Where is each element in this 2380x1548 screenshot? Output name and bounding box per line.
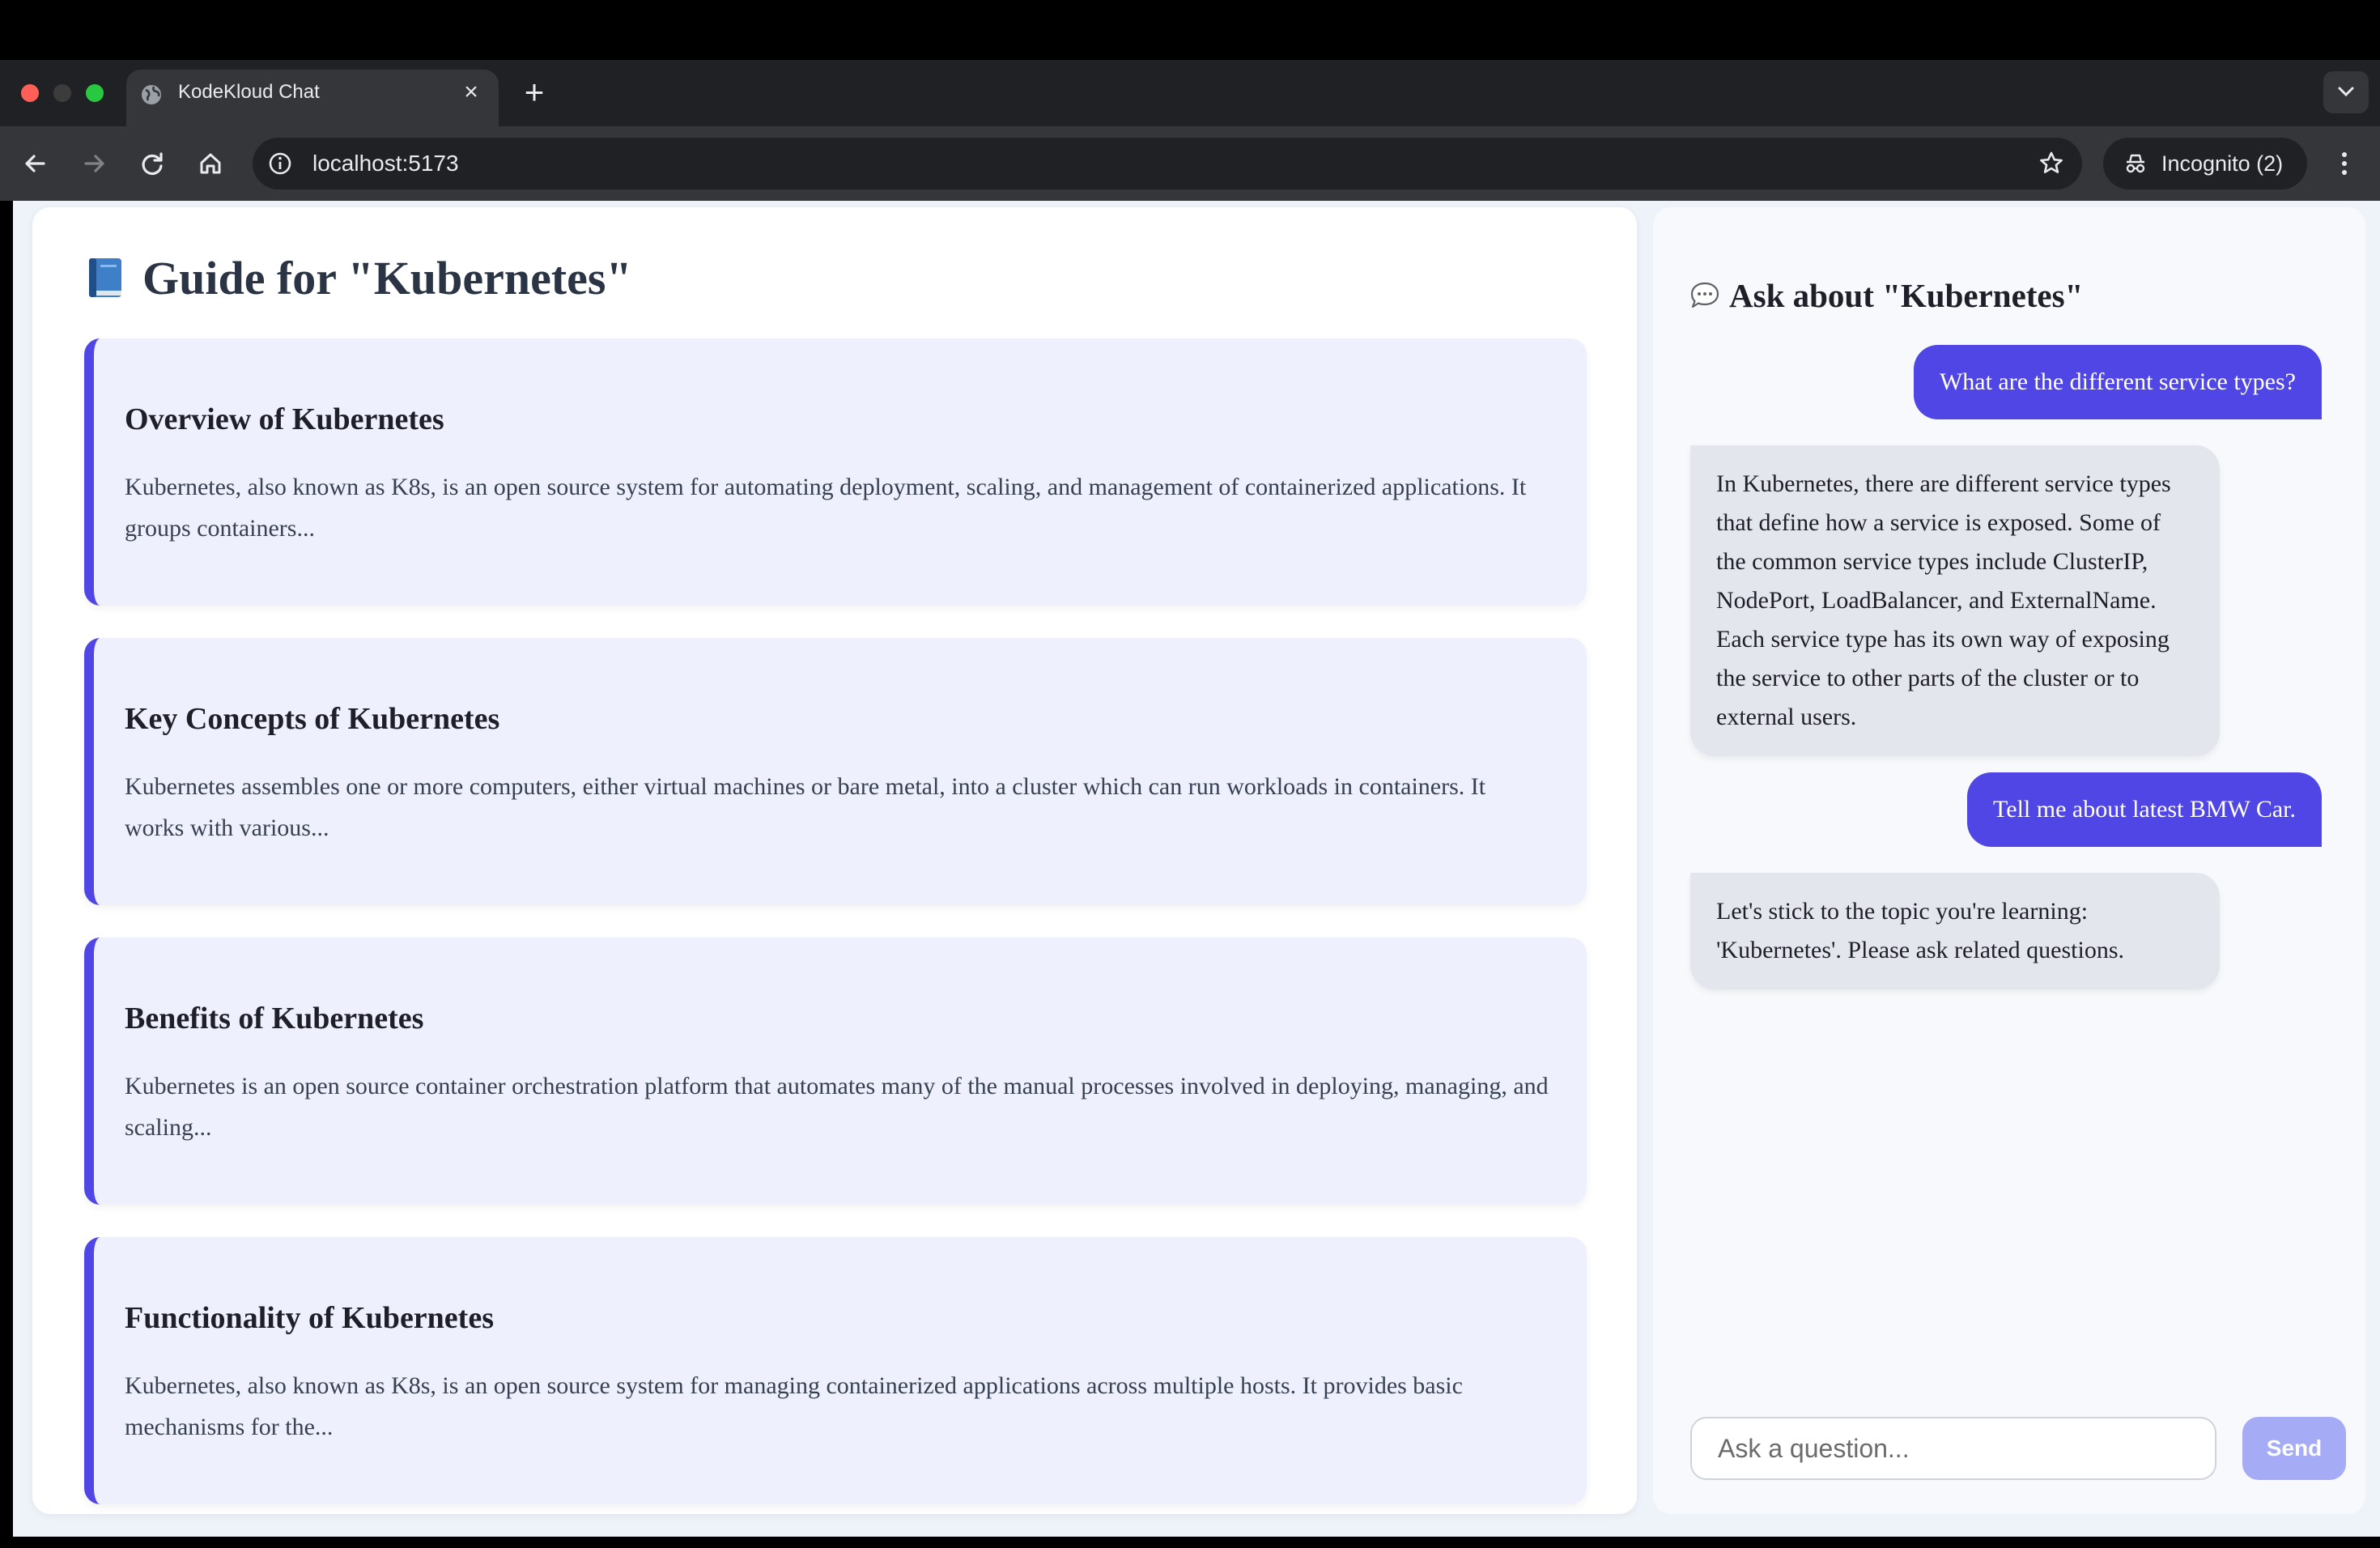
chat-header: Ask about "Kubernetes" [1689, 275, 2083, 316]
site-info-icon[interactable] [266, 149, 295, 178]
guide-section-card[interactable]: Benefits of Kubernetes Kubernetes is an … [84, 938, 1587, 1205]
send-button[interactable]: Send [2242, 1417, 2346, 1480]
more-menu-icon[interactable] [2328, 146, 2361, 181]
back-arrow-icon[interactable] [18, 146, 53, 181]
user-message: Tell me about latest BMW Car. [1967, 772, 2322, 847]
guide-section-card[interactable]: Key Concepts of Kubernetes Kubernetes as… [84, 638, 1587, 905]
assistant-message: Let's stick to the topic you're learning… [1690, 873, 2220, 989]
blue-book-icon [89, 258, 121, 297]
globe-icon [142, 85, 161, 104]
browser-toolbar: localhost:5173 Incognito (2) [0, 126, 2380, 201]
section-summary: Kubernetes is an open source container o… [125, 1073, 1549, 1141]
question-input[interactable] [1690, 1417, 2216, 1480]
reload-icon[interactable] [134, 146, 170, 181]
tab-close-icon[interactable]: × [458, 79, 484, 105]
address-bar[interactable]: localhost:5173 [253, 138, 2082, 189]
incognito-icon [2126, 154, 2145, 173]
incognito-profile-button[interactable]: Incognito (2) [2103, 138, 2307, 189]
app-page: Guide for "Kubernetes" Overview of Kuber… [13, 201, 2380, 1537]
new-tab-button[interactable]: + [518, 74, 550, 110]
tab-title: KodeKloud Chat [178, 81, 320, 103]
guide-title: Guide for "Kubernetes" [142, 251, 632, 304]
chat-title: Ask about "Kubernetes" [1729, 277, 2084, 314]
screen-top-bar [0, 0, 2380, 60]
chevron-down-icon [2338, 87, 2354, 97]
url-text: localhost:5173 [312, 151, 459, 176]
guide-section-card[interactable]: Functionality of Kubernetes Kubernetes, … [84, 1237, 1587, 1504]
section-title: Functionality of Kubernetes [125, 1301, 494, 1335]
window-close-button[interactable] [21, 84, 39, 102]
home-icon[interactable] [193, 146, 228, 181]
tab-search-button[interactable] [2323, 71, 2369, 113]
assistant-message: In Kubernetes, there are different servi… [1690, 445, 2220, 756]
browser-tab[interactable]: KodeKloud Chat × [126, 70, 499, 126]
section-summary: Kubernetes assembles one or more compute… [125, 773, 1486, 841]
section-title: Overview of Kubernetes [125, 402, 444, 436]
guide-panel: Guide for "Kubernetes" Overview of Kuber… [32, 207, 1637, 1514]
chat-panel: Ask about "Kubernetes" What are the diff… [1653, 207, 2365, 1514]
section-title: Benefits of Kubernetes [125, 1002, 424, 1036]
section-summary: Kubernetes, also known as K8s, is an ope… [125, 474, 1527, 542]
bookmark-star-icon[interactable] [2037, 149, 2066, 178]
section-summary: Kubernetes, also known as K8s, is an ope… [125, 1372, 1463, 1440]
user-message: What are the different service types? [1913, 345, 2322, 419]
guide-header: Guide for "Kubernetes" [84, 249, 632, 306]
window-minimize-button[interactable] [53, 84, 71, 102]
speech-bubble-icon [1690, 282, 1719, 308]
forward-arrow-icon[interactable] [76, 146, 112, 181]
window-zoom-button[interactable] [86, 84, 104, 102]
guide-section-card[interactable]: Overview of Kubernetes Kubernetes, also … [84, 338, 1587, 606]
section-title: Key Concepts of Kubernetes [125, 702, 500, 736]
incognito-label: Incognito (2) [2161, 151, 2284, 176]
